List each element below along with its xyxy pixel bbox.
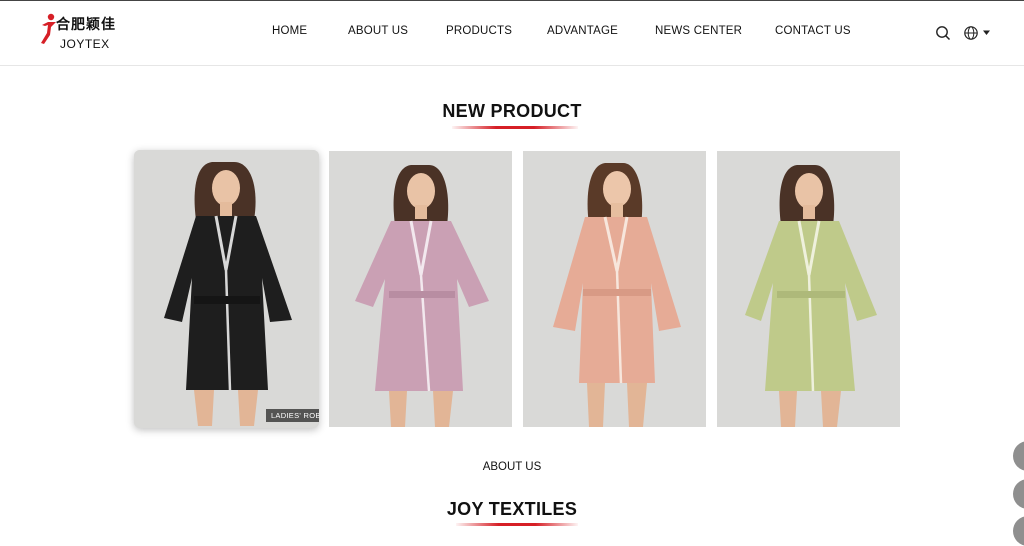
search-icon[interactable]: [934, 24, 952, 42]
site-logo[interactable]: 合肥颖佳 JOYTEX: [36, 11, 126, 55]
nav-products[interactable]: PRODUCTS: [446, 25, 512, 37]
nav-about-us[interactable]: ABOUT US: [348, 25, 408, 37]
language-selector[interactable]: [963, 24, 993, 42]
robe-photo: [717, 151, 900, 427]
site-header: 合肥颖佳 JOYTEX HOME ABOUT US PRODUCTS ADVAN…: [0, 1, 1024, 66]
product-card[interactable]: LADIES' ROBE: [134, 150, 319, 428]
joy-textiles-title: JOY TEXTILES: [446, 499, 578, 519]
product-tag: LADIES' ROBE: [265, 409, 319, 422]
floating-top-button[interactable]: [1013, 516, 1024, 546]
nav-contact-us[interactable]: CONTACT US: [775, 25, 851, 37]
product-card[interactable]: [523, 151, 706, 427]
new-product-title: NEW PRODUCT: [442, 101, 582, 121]
nav-advantage[interactable]: ADVANTAGE: [547, 25, 618, 37]
joy-textiles-title-underline: [456, 523, 578, 526]
nav-home[interactable]: HOME: [272, 25, 307, 37]
logo-english-text: JOYTEX: [60, 37, 110, 51]
robe-photo: [329, 151, 512, 427]
robe-photo: [134, 150, 319, 428]
about-us-link[interactable]: ABOUT US: [0, 461, 1024, 473]
nav-news-center[interactable]: NEWS CENTER: [655, 25, 742, 37]
globe-icon: [964, 26, 990, 40]
logo-chinese-text: 合肥颖佳: [56, 17, 116, 33]
new-product-title-underline: [452, 126, 578, 129]
product-card[interactable]: [717, 151, 900, 427]
robe-photo: [523, 151, 706, 427]
product-card[interactable]: [329, 151, 512, 427]
